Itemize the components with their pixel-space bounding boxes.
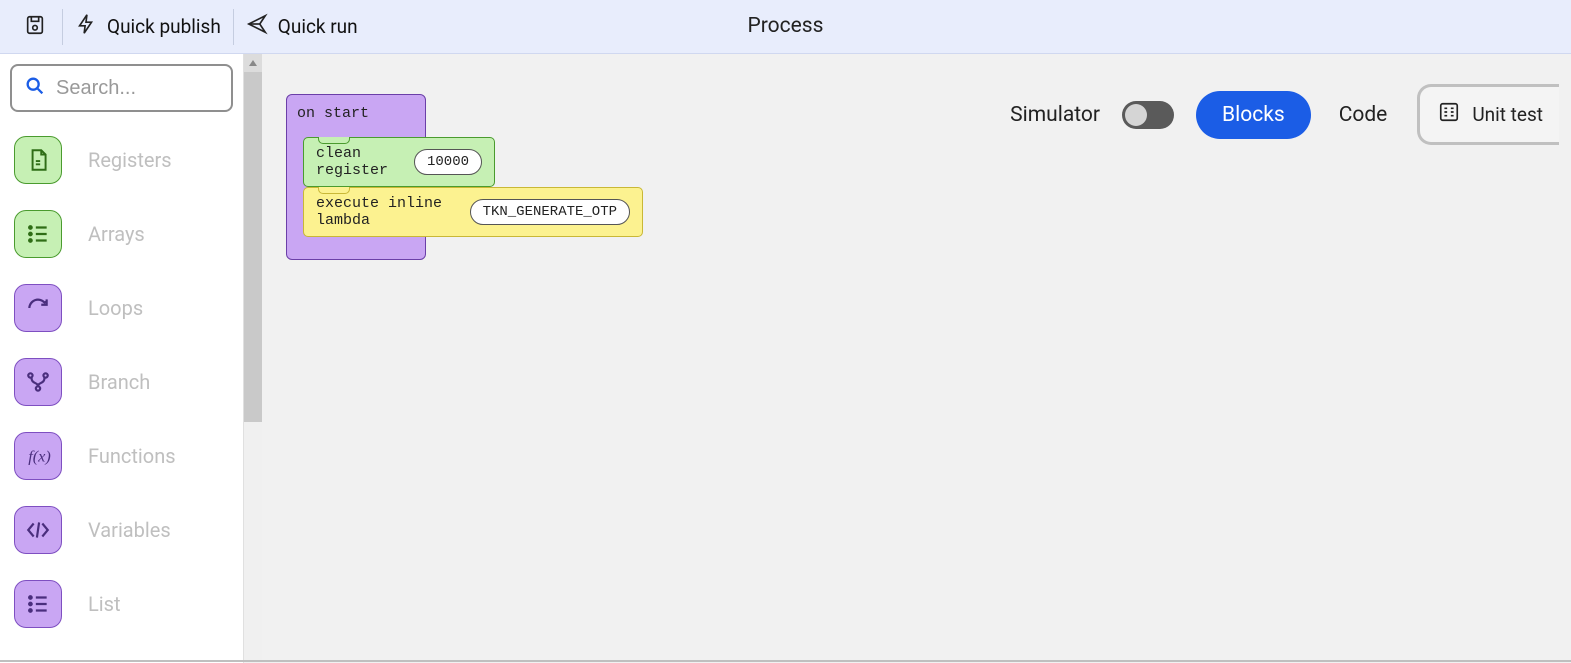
- simulator-toggle[interactable]: [1122, 101, 1174, 129]
- category-label: Loops: [88, 296, 143, 320]
- search-wrapper[interactable]: [10, 64, 233, 112]
- refresh-icon: [14, 284, 62, 332]
- unit-test-button[interactable]: Unit test: [1417, 84, 1559, 145]
- bolt-icon: [75, 13, 97, 40]
- sidebar: Registers Arrays Loops Branch: [0, 54, 244, 663]
- canvas-controls: Simulator Blocks Code Unit test: [1010, 84, 1559, 145]
- category-label: Registers: [88, 148, 172, 172]
- category-loops[interactable]: Loops: [14, 284, 229, 332]
- workspace-canvas[interactable]: on start clean register 10000 execute in…: [262, 54, 1571, 663]
- block-label: clean register: [316, 145, 404, 179]
- category-branch[interactable]: Branch: [14, 358, 229, 406]
- svg-text:f(x): f(x): [28, 447, 51, 465]
- category-list: Registers Arrays Loops Branch: [10, 130, 233, 634]
- fx-icon: f(x): [14, 432, 62, 480]
- category-label: Arrays: [88, 222, 145, 246]
- bottom-border: [0, 660, 1571, 662]
- category-variables[interactable]: Variables: [14, 506, 229, 554]
- list-icon: [14, 210, 62, 258]
- send-icon: [246, 13, 268, 40]
- quick-run-label: Quick run: [278, 15, 358, 38]
- category-registers[interactable]: Registers: [14, 136, 229, 184]
- checklist-icon: [1438, 101, 1460, 128]
- block-argument[interactable]: TKN_GENERATE_OTP: [470, 199, 630, 225]
- category-label: Variables: [88, 518, 171, 542]
- simulator-label: Simulator: [1010, 103, 1100, 127]
- toggle-knob: [1125, 104, 1147, 126]
- scroll-thumb[interactable]: [244, 72, 262, 422]
- floppy-icon: [24, 14, 46, 40]
- block-execute-lambda[interactable]: execute inline lambda TKN_GENERATE_OTP: [303, 187, 643, 237]
- block-on-start[interactable]: on start clean register 10000 execute in…: [286, 94, 426, 260]
- branch-icon: [14, 358, 62, 406]
- scrollbar[interactable]: [244, 54, 262, 663]
- code-icon: [14, 506, 62, 554]
- quick-publish-button[interactable]: Quick publish: [67, 7, 229, 46]
- block-clean-register[interactable]: clean register 10000: [303, 137, 495, 187]
- list-icon: [14, 580, 62, 628]
- main-area: Registers Arrays Loops Branch: [0, 54, 1571, 663]
- search-icon: [24, 75, 46, 101]
- view-tabs: Blocks Code: [1196, 91, 1395, 139]
- tab-blocks[interactable]: Blocks: [1196, 91, 1311, 139]
- tab-code[interactable]: Code: [1331, 91, 1396, 139]
- divider: [233, 9, 234, 45]
- page-title: Process: [748, 14, 824, 38]
- block-label: execute inline lambda: [316, 195, 460, 229]
- save-button[interactable]: [12, 7, 58, 47]
- category-functions[interactable]: f(x) Functions: [14, 432, 229, 480]
- category-label: Branch: [88, 370, 150, 394]
- topbar: Quick publish Quick run Process: [0, 0, 1571, 54]
- on-start-label: on start: [297, 105, 425, 132]
- category-arrays[interactable]: Arrays: [14, 210, 229, 258]
- divider: [62, 9, 63, 45]
- block-argument[interactable]: 10000: [414, 149, 482, 175]
- quick-publish-label: Quick publish: [107, 15, 221, 38]
- category-label: Functions: [88, 444, 176, 468]
- quick-run-button[interactable]: Quick run: [238, 7, 366, 46]
- unit-test-label: Unit test: [1472, 103, 1543, 126]
- category-label: List: [88, 592, 121, 616]
- category-list[interactable]: List: [14, 580, 229, 628]
- file-icon: [14, 136, 62, 184]
- scroll-up-arrow[interactable]: [244, 54, 262, 72]
